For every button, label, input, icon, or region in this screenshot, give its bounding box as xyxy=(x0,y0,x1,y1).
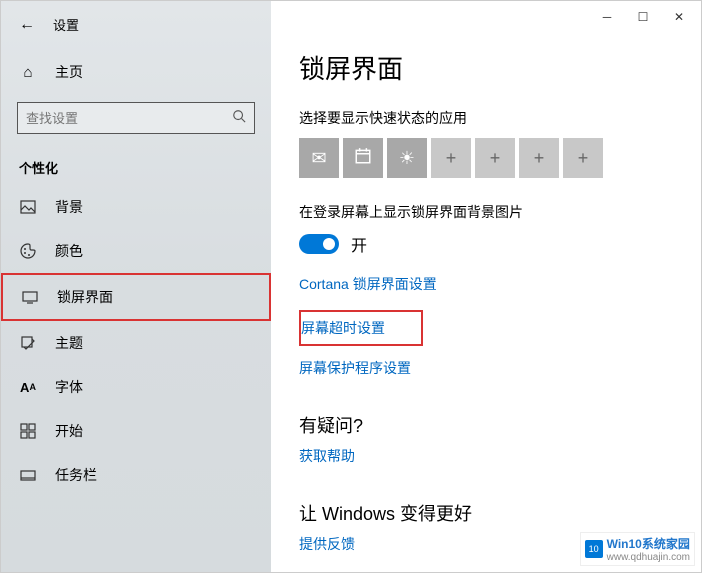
sidebar-item-label: 开始 xyxy=(55,421,83,441)
sidebar-item-label: 任务栏 xyxy=(55,465,97,485)
app-tile-add-3[interactable]: + xyxy=(519,138,559,178)
sidebar-item-lockscreen[interactable]: 锁屏界面 xyxy=(1,273,271,321)
minimize-button[interactable]: ─ xyxy=(589,3,625,31)
lockscreen-icon xyxy=(21,288,39,306)
app-tile-add-4[interactable]: + xyxy=(563,138,603,178)
home-icon: ⌂ xyxy=(19,63,37,81)
back-icon[interactable]: ← xyxy=(19,16,35,34)
sidebar-item-start[interactable]: 开始 xyxy=(1,409,271,453)
mail-icon: ✉ xyxy=(311,148,326,169)
link-feedback[interactable]: 提供反馈 xyxy=(299,534,355,554)
start-icon xyxy=(19,422,37,440)
home-label: 主页 xyxy=(55,62,83,82)
feedback-title: 让 Windows 变得更好 xyxy=(299,500,673,526)
quick-status-tiles: ✉ ☀ + + + + xyxy=(299,138,673,178)
watermark: 10 Win10系统家园 www.qdhuajin.com xyxy=(580,532,695,566)
sidebar-item-taskbar[interactable]: 任务栏 xyxy=(1,453,271,497)
search-input[interactable] xyxy=(26,111,232,126)
toggle-knob xyxy=(323,238,335,250)
sidebar-item-label: 锁屏界面 xyxy=(57,287,113,307)
content-area: 锁屏界面 选择要显示快速状态的应用 ✉ ☀ + + + + 在登录屏幕上显示锁屏… xyxy=(281,41,691,562)
plus-icon: + xyxy=(578,148,589,169)
quick-status-label: 选择要显示快速状态的应用 xyxy=(299,108,673,128)
help-title: 有疑问? xyxy=(299,412,673,438)
link-screensaver[interactable]: 屏幕保护程序设置 xyxy=(299,358,411,378)
toggle-row: 开 xyxy=(299,232,673,256)
palette-icon xyxy=(19,242,37,260)
watermark-logo: 10 xyxy=(585,540,603,558)
app-tile-calendar[interactable] xyxy=(343,138,383,178)
sidebar-item-label: 字体 xyxy=(55,377,83,397)
search-icon xyxy=(232,109,246,128)
link-timeout[interactable]: 屏幕超时设置 xyxy=(301,318,385,338)
link-cortana[interactable]: Cortana 锁屏界面设置 xyxy=(299,274,437,294)
plus-icon: + xyxy=(534,148,545,169)
sidebar-item-background[interactable]: 背景 xyxy=(1,185,271,229)
sidebar-item-label: 背景 xyxy=(55,197,83,217)
watermark-brand: Win10系统家园 xyxy=(607,535,690,552)
taskbar-icon xyxy=(19,466,37,484)
link-help[interactable]: 获取帮助 xyxy=(299,446,355,466)
login-bg-toggle[interactable] xyxy=(299,234,339,254)
close-button[interactable]: ✕ xyxy=(661,3,697,31)
watermark-url: www.qdhuajin.com xyxy=(607,552,690,563)
app-tile-add-1[interactable]: + xyxy=(431,138,471,178)
weather-icon: ☀ xyxy=(399,148,415,169)
home-nav[interactable]: ⌂ 主页 xyxy=(1,50,271,94)
sidebar: ← 设置 ⌂ 主页 个性化 背景 颜色 锁屏界面 主题 AA xyxy=(1,1,271,572)
sidebar-item-label: 颜色 xyxy=(55,241,83,261)
link-timeout-highlight: 屏幕超时设置 xyxy=(299,310,423,346)
app-tile-mail[interactable]: ✉ xyxy=(299,138,339,178)
sidebar-item-themes[interactable]: 主题 xyxy=(1,321,271,365)
font-icon: AA xyxy=(19,378,37,396)
plus-icon: + xyxy=(446,148,457,169)
sidebar-item-colors[interactable]: 颜色 xyxy=(1,229,271,273)
login-bg-label: 在登录屏幕上显示锁屏界面背景图片 xyxy=(299,202,673,222)
plus-icon: + xyxy=(490,148,501,169)
app-tile-add-2[interactable]: + xyxy=(475,138,515,178)
app-tile-weather[interactable]: ☀ xyxy=(387,138,427,178)
page-title: 锁屏界面 xyxy=(299,49,673,86)
picture-icon xyxy=(19,198,37,216)
maximize-button[interactable]: ☐ xyxy=(625,3,661,31)
search-box[interactable] xyxy=(17,102,255,134)
toggle-label: 开 xyxy=(351,232,367,256)
sidebar-item-label: 主题 xyxy=(55,333,83,353)
header-row: ← 设置 xyxy=(1,9,271,40)
theme-icon xyxy=(19,334,37,352)
calendar-icon xyxy=(354,147,372,170)
section-header: 个性化 xyxy=(1,142,271,185)
sidebar-item-fonts[interactable]: AA 字体 xyxy=(1,365,271,409)
settings-label: 设置 xyxy=(53,15,79,34)
